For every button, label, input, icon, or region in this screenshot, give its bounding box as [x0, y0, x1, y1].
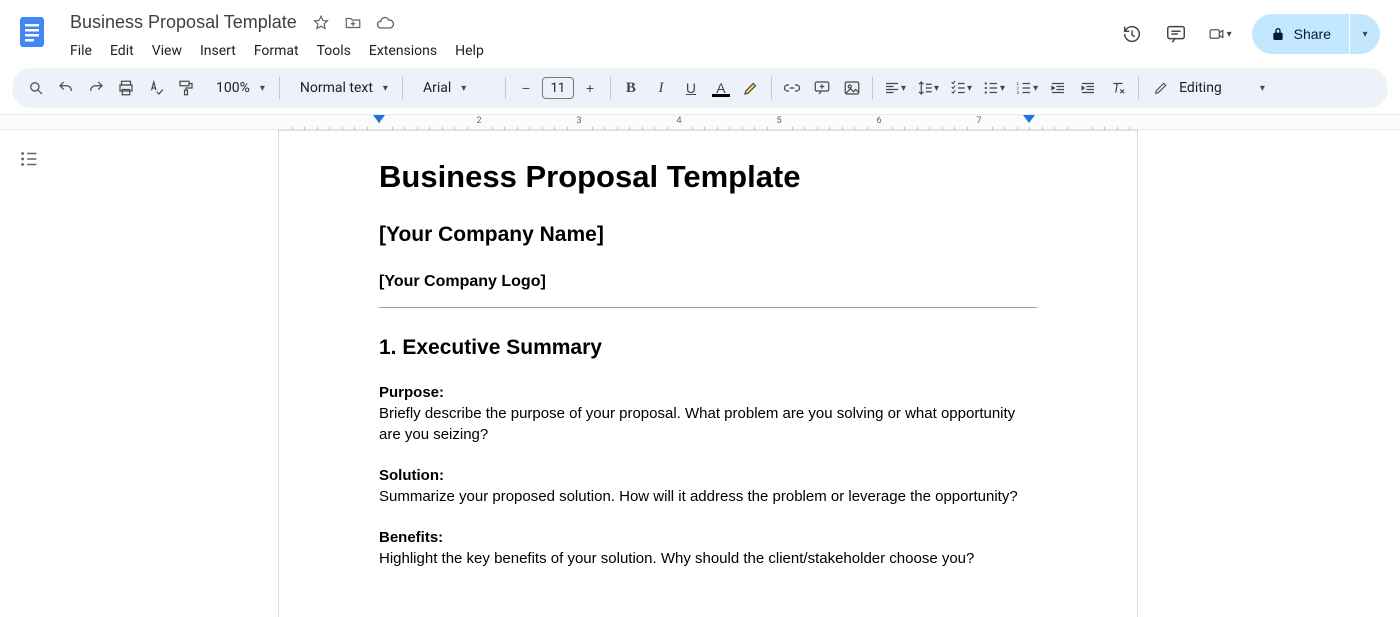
spellcheck-button[interactable]: [142, 74, 170, 102]
highlight-color-button[interactable]: [737, 74, 765, 102]
chevron-down-icon: ▾: [1260, 83, 1265, 94]
toggle-outline-button[interactable]: [0, 130, 60, 617]
chevron-down-icon: ▾: [383, 83, 388, 94]
company-name-placeholder[interactable]: [Your Company Name]: [379, 223, 1037, 247]
horizontal-rule: [379, 307, 1037, 308]
underline-button[interactable]: U: [677, 74, 705, 102]
redo-button[interactable]: [82, 74, 110, 102]
print-button[interactable]: [112, 74, 140, 102]
chevron-down-icon: ▾: [461, 83, 466, 94]
benefits-body[interactable]: Highlight the key benefits of your solut…: [379, 550, 974, 567]
chevron-down-icon: ▾: [260, 83, 265, 94]
history-icon[interactable]: [1120, 22, 1144, 46]
toolbar-separator: [771, 77, 772, 99]
zoom-select[interactable]: 100% ▾: [202, 80, 273, 96]
menu-view[interactable]: View: [144, 39, 190, 63]
menu-format[interactable]: Format: [246, 39, 307, 63]
toolbar-separator: [505, 77, 506, 99]
clear-formatting-button[interactable]: [1104, 74, 1132, 102]
font-size-input[interactable]: 11: [542, 77, 574, 99]
purpose-label[interactable]: Purpose:: [379, 384, 444, 401]
menu-edit[interactable]: Edit: [102, 39, 142, 63]
menu-file[interactable]: File: [62, 39, 100, 63]
titlebar: Business Proposal Template File Edit Vie…: [0, 0, 1400, 60]
right-indent-marker[interactable]: [1023, 115, 1035, 127]
zoom-value: 100%: [210, 80, 256, 96]
menu-help[interactable]: Help: [447, 39, 492, 63]
menubar: File Edit View Insert Format Tools Exten…: [60, 39, 492, 63]
title-area: Business Proposal Template File Edit Vie…: [60, 8, 492, 63]
ruler-number: 6: [876, 116, 881, 126]
docs-logo[interactable]: [12, 12, 52, 52]
insert-link-button[interactable]: [778, 74, 806, 102]
outline-icon: [18, 148, 42, 172]
toolbar-separator: [872, 77, 873, 99]
titlebar-right-tools: ▾ Share ▾: [1120, 14, 1388, 54]
increase-indent-button[interactable]: [1074, 74, 1102, 102]
solution-body[interactable]: Summarize your proposed solution. How wi…: [379, 488, 1018, 505]
checklist-button[interactable]: ▾: [945, 74, 976, 102]
section-heading[interactable]: 1. Executive Summary: [379, 336, 1037, 360]
document-title-input[interactable]: Business Proposal Template: [66, 10, 301, 35]
numbered-list-button[interactable]: 123▾: [1011, 74, 1042, 102]
ruler-number: 7: [976, 116, 981, 126]
move-folder-icon[interactable]: [343, 13, 363, 33]
share-dropdown-button[interactable]: ▾: [1350, 14, 1380, 54]
editing-mode-select[interactable]: Editing ▾: [1145, 80, 1273, 96]
bulleted-list-button[interactable]: ▾: [978, 74, 1009, 102]
ruler-number: 3: [576, 116, 581, 126]
font-family-select[interactable]: Arial ▾: [409, 80, 499, 96]
cloud-saved-icon[interactable]: [375, 13, 395, 33]
line-spacing-button[interactable]: ▾: [912, 74, 943, 102]
company-logo-placeholder[interactable]: [Your Company Logo]: [379, 273, 1037, 291]
paint-format-button[interactable]: [172, 74, 200, 102]
decrease-font-size-button[interactable]: −: [512, 74, 540, 102]
paragraph-style-select[interactable]: Normal text ▾: [286, 80, 396, 96]
svg-text:3: 3: [1017, 90, 1020, 95]
solution-label[interactable]: Solution:: [379, 467, 444, 484]
ruler-number: 5: [776, 116, 781, 126]
editing-mode-label: Editing: [1173, 80, 1228, 96]
menu-tools[interactable]: Tools: [309, 39, 359, 63]
insert-image-button[interactable]: [838, 74, 866, 102]
undo-button[interactable]: [52, 74, 80, 102]
toolbar-separator: [279, 77, 280, 99]
chevron-down-icon: ▾: [1362, 29, 1367, 40]
toolbar-separator: [1138, 77, 1139, 99]
toolbar: 100% ▾ Normal text ▾ Arial ▾ − 11 + B I …: [12, 68, 1388, 108]
page[interactable]: Business Proposal Template [Your Company…: [278, 130, 1138, 617]
ruler-number: 2: [476, 116, 481, 126]
italic-button[interactable]: I: [647, 74, 675, 102]
ruler[interactable]: 1 2 3 4 5 6 7: [0, 114, 1400, 130]
share-button[interactable]: Share: [1252, 14, 1349, 54]
meet-icon[interactable]: ▾: [1208, 22, 1232, 46]
star-icon[interactable]: [311, 13, 331, 33]
comments-icon[interactable]: [1164, 22, 1188, 46]
text-color-button[interactable]: A: [707, 74, 735, 102]
search-menus-button[interactable]: [22, 74, 50, 102]
increase-font-size-button[interactable]: +: [576, 74, 604, 102]
ruler-number: 1: [376, 116, 381, 126]
benefits-label[interactable]: Benefits:: [379, 529, 443, 546]
purpose-body[interactable]: Briefly describe the purpose of your pro…: [379, 405, 1015, 443]
align-button[interactable]: ▾: [879, 74, 910, 102]
font-family-value: Arial: [417, 80, 457, 96]
menu-extensions[interactable]: Extensions: [361, 39, 445, 63]
add-comment-button[interactable]: [808, 74, 836, 102]
toolbar-separator: [610, 77, 611, 99]
decrease-indent-button[interactable]: [1044, 74, 1072, 102]
ruler-number: 4: [676, 116, 681, 126]
document-canvas[interactable]: Business Proposal Template [Your Company…: [60, 130, 1400, 617]
bold-button[interactable]: B: [617, 74, 645, 102]
chevron-down-icon: ▾: [1227, 29, 1232, 40]
pencil-icon: [1153, 80, 1169, 96]
doc-title-heading[interactable]: Business Proposal Template: [379, 159, 1037, 195]
share-button-label: Share: [1294, 26, 1331, 42]
paragraph-style-value: Normal text: [294, 80, 379, 96]
menu-insert[interactable]: Insert: [192, 39, 244, 63]
toolbar-separator: [402, 77, 403, 99]
